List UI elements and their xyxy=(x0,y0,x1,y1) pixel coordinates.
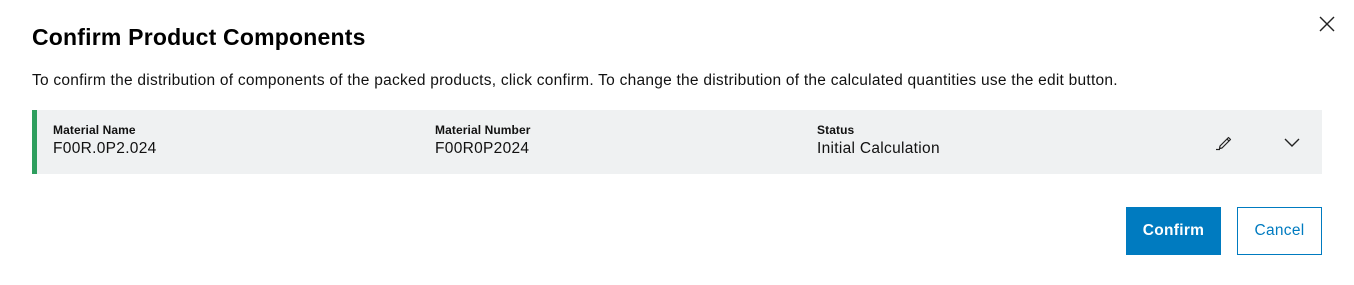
status-label: Status xyxy=(817,123,855,137)
cancel-button[interactable]: Cancel xyxy=(1237,207,1322,255)
close-icon xyxy=(1319,16,1335,32)
material-name-label: Material Name xyxy=(53,123,136,137)
pencil-icon xyxy=(1216,136,1232,151)
confirm-button[interactable]: Confirm xyxy=(1126,207,1221,255)
status-value: Initial Calculation xyxy=(817,140,940,157)
edit-button[interactable] xyxy=(1212,130,1236,154)
material-name-field: Material Name F00R.0P2.024 xyxy=(53,123,157,158)
confirm-components-dialog: Confirm Product Components To confirm th… xyxy=(0,0,1354,285)
dialog-description: To confirm the distribution of component… xyxy=(32,72,1118,89)
expand-button[interactable] xyxy=(1280,130,1304,154)
material-number-label: Material Number xyxy=(435,123,531,137)
material-number-value: F00R0P2024 xyxy=(435,140,530,157)
material-number-field: Material Number F00R0P2024 xyxy=(435,123,531,158)
material-name-value: F00R.0P2.024 xyxy=(53,140,157,157)
dialog-title: Confirm Product Components xyxy=(32,24,366,50)
status-field: Status Initial Calculation xyxy=(817,123,940,158)
chevron-down-icon xyxy=(1284,138,1300,147)
component-row: Material Name F00R.0P2.024 Material Numb… xyxy=(32,110,1322,174)
close-button[interactable] xyxy=(1316,13,1338,35)
